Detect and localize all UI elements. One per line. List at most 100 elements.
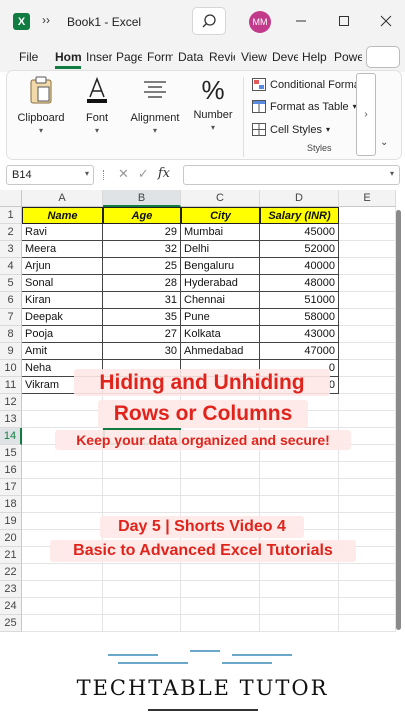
cell-b5[interactable]: 28 xyxy=(103,275,181,292)
cell-e12[interactable] xyxy=(339,394,396,411)
cell-d6[interactable]: 51000 xyxy=(260,292,339,309)
row-header-24[interactable]: 24 xyxy=(0,598,22,615)
cell-e4[interactable] xyxy=(339,258,396,275)
cell-b7[interactable]: 35 xyxy=(103,309,181,326)
tab-developer[interactable]: Developer xyxy=(272,50,298,64)
cell-d24[interactable] xyxy=(260,598,339,615)
cell-a8[interactable]: Pooja xyxy=(22,326,103,343)
cell-c6[interactable]: Chennai xyxy=(181,292,260,309)
cell-e5[interactable] xyxy=(339,275,396,292)
cell-a16[interactable] xyxy=(22,462,103,479)
cell-e1[interactable] xyxy=(339,207,396,224)
cell-b16[interactable] xyxy=(103,462,181,479)
cell-a9[interactable]: Amit xyxy=(22,343,103,360)
insert-function-button[interactable]: fx xyxy=(158,166,170,182)
row-header-25[interactable]: 25 xyxy=(0,615,22,632)
row-header-18[interactable]: 18 xyxy=(0,496,22,513)
row-header-16[interactable]: 16 xyxy=(0,462,22,479)
conditional-formatting-button[interactable]: Conditional Forma xyxy=(252,78,360,91)
tab-help[interactable]: Help xyxy=(302,50,329,64)
enter-icon[interactable]: ✓ xyxy=(138,166,149,182)
cell-b25[interactable] xyxy=(103,615,181,632)
tab-review[interactable]: Review xyxy=(209,50,235,64)
tab-view[interactable]: View xyxy=(241,50,267,64)
cell-e25[interactable] xyxy=(339,615,396,632)
cell-c5[interactable]: Hyderabad xyxy=(181,275,260,292)
cell-b2[interactable]: 29 xyxy=(103,224,181,241)
row-header-17[interactable]: 17 xyxy=(0,479,22,496)
cell-b23[interactable] xyxy=(103,581,181,598)
row-header-8[interactable]: 8 xyxy=(0,326,22,343)
tab-power[interactable]: Power xyxy=(334,50,362,64)
cell-d3[interactable]: 52000 xyxy=(260,241,339,258)
quick-access-more-icon[interactable]: ›› xyxy=(42,13,50,27)
cell-e19[interactable] xyxy=(339,513,396,530)
cell-a4[interactable]: Arjun xyxy=(22,258,103,275)
cell-d22[interactable] xyxy=(260,564,339,581)
cell-e16[interactable] xyxy=(339,462,396,479)
minimize-button[interactable] xyxy=(290,10,312,32)
column-header-e[interactable]: E xyxy=(339,190,396,207)
ribbon-collapse-button[interactable]: ⌄ xyxy=(380,137,388,148)
column-header-c[interactable]: C xyxy=(181,190,260,207)
cell-b6[interactable]: 31 xyxy=(103,292,181,309)
cell-e7[interactable] xyxy=(339,309,396,326)
cell-a24[interactable] xyxy=(22,598,103,615)
cell-d25[interactable] xyxy=(260,615,339,632)
maximize-button[interactable] xyxy=(333,10,355,32)
alignment-group[interactable]: Alignment ▾ xyxy=(125,75,185,135)
cell-b4[interactable]: 25 xyxy=(103,258,181,275)
select-all-corner[interactable] xyxy=(0,190,22,207)
row-header-14[interactable]: 14 xyxy=(0,428,22,445)
close-button[interactable] xyxy=(375,10,397,32)
cell-d18[interactable] xyxy=(260,496,339,513)
cell-styles-button[interactable]: Cell Styles ▾ xyxy=(252,123,330,136)
row-header-7[interactable]: 7 xyxy=(0,309,22,326)
cell-c9[interactable]: Ahmedabad xyxy=(181,343,260,360)
column-header-d[interactable]: D xyxy=(260,190,339,207)
cell-c18[interactable] xyxy=(181,496,260,513)
cell-b3[interactable]: 32 xyxy=(103,241,181,258)
cell-a7[interactable]: Deepak xyxy=(22,309,103,326)
cell-a19[interactable] xyxy=(22,513,103,530)
cell-e24[interactable] xyxy=(339,598,396,615)
row-header-15[interactable]: 15 xyxy=(0,445,22,462)
cell-b8[interactable]: 27 xyxy=(103,326,181,343)
search-button[interactable] xyxy=(192,7,226,35)
cell-b1[interactable]: Age xyxy=(103,207,181,224)
cell-a2[interactable]: Ravi xyxy=(22,224,103,241)
cell-a18[interactable] xyxy=(22,496,103,513)
row-header-1[interactable]: 1 xyxy=(0,207,22,224)
cell-b9[interactable]: 30 xyxy=(103,343,181,360)
cell-a12[interactable] xyxy=(22,394,103,411)
cell-a25[interactable] xyxy=(22,615,103,632)
cell-d9[interactable]: 47000 xyxy=(260,343,339,360)
cell-a17[interactable] xyxy=(22,479,103,496)
cell-d1[interactable]: Salary (INR) xyxy=(260,207,339,224)
cell-e3[interactable] xyxy=(339,241,396,258)
formula-input[interactable]: ▾ xyxy=(183,165,400,185)
row-header-19[interactable]: 19 xyxy=(0,513,22,530)
cell-c8[interactable]: Kolkata xyxy=(181,326,260,343)
name-box[interactable]: B14 ▾ xyxy=(6,165,94,185)
cell-d8[interactable]: 43000 xyxy=(260,326,339,343)
row-header-21[interactable]: 21 xyxy=(0,547,22,564)
cell-e11[interactable] xyxy=(339,377,396,394)
cell-a22[interactable] xyxy=(22,564,103,581)
format-as-table-button[interactable]: Format as Table ▾ xyxy=(252,100,357,113)
cell-e8[interactable] xyxy=(339,326,396,343)
tab-data[interactable]: Data xyxy=(178,50,204,64)
cell-e23[interactable] xyxy=(339,581,396,598)
cell-a13[interactable] xyxy=(22,411,103,428)
row-header-22[interactable]: 22 xyxy=(0,564,22,581)
cell-a23[interactable] xyxy=(22,581,103,598)
clipboard-group[interactable]: Clipboard ▾ xyxy=(15,75,67,135)
tab-file[interactable]: File xyxy=(19,50,41,64)
cell-e18[interactable] xyxy=(339,496,396,513)
cell-c23[interactable] xyxy=(181,581,260,598)
row-header-6[interactable]: 6 xyxy=(0,292,22,309)
cell-e9[interactable] xyxy=(339,343,396,360)
ribbon-more-button[interactable]: › xyxy=(356,73,376,156)
cell-c7[interactable]: Pune xyxy=(181,309,260,326)
cell-c25[interactable] xyxy=(181,615,260,632)
